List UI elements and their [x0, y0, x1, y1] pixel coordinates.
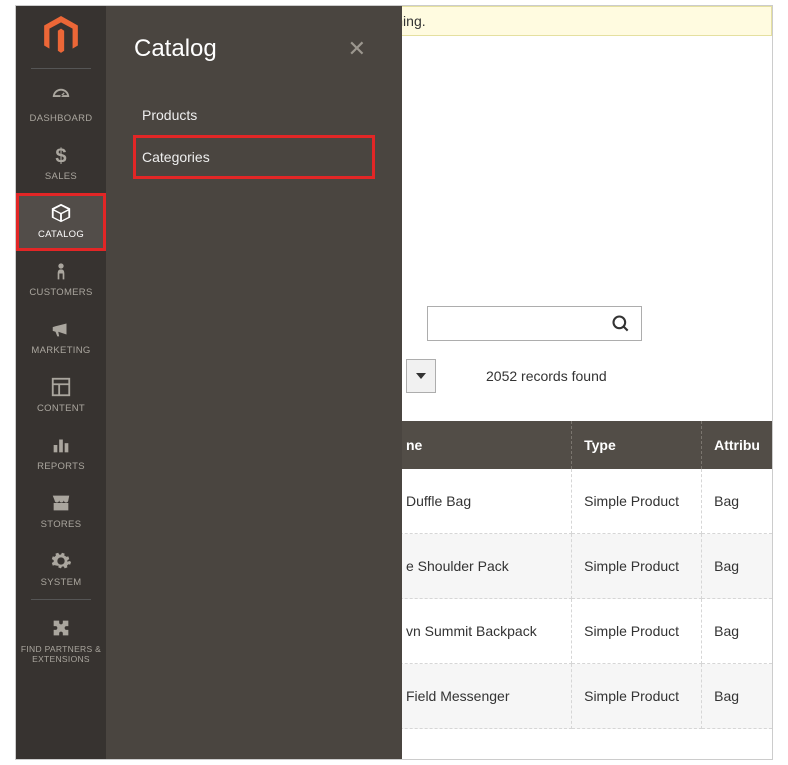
- magento-logo-icon: [43, 16, 79, 56]
- sidebar-item-label: MARKETING: [16, 345, 106, 356]
- sidebar-item-label: SYSTEM: [16, 577, 106, 588]
- cell-attribute: Bag: [702, 664, 772, 729]
- sidebar-item-label: STORES: [16, 519, 106, 530]
- sidebar-item-label: SALES: [16, 171, 106, 182]
- search-input[interactable]: [427, 306, 642, 341]
- svg-text:$: $: [55, 145, 66, 166]
- megaphone-icon: [16, 318, 106, 340]
- sidebar-item-content[interactable]: CONTENT: [16, 367, 106, 425]
- records-found-label: 2052 records found: [486, 368, 607, 384]
- person-icon: [16, 260, 106, 282]
- cell-type: Simple Product: [572, 599, 702, 664]
- magento-logo[interactable]: [41, 16, 81, 56]
- sidebar-item-system[interactable]: SYSTEM: [16, 541, 106, 599]
- sidebar-item-stores[interactable]: STORES: [16, 483, 106, 541]
- cell-attribute: Bag: [702, 534, 772, 599]
- chevron-down-icon: [416, 371, 426, 381]
- sidebar-item-label: FIND PARTNERS & EXTENSIONS: [16, 644, 106, 664]
- catalog-flyout: Catalog ✕ Products Categories: [106, 6, 402, 759]
- box-icon: [16, 202, 106, 224]
- sidebar-item-reports[interactable]: REPORTS: [16, 425, 106, 483]
- sidebar-item-customers[interactable]: CUSTOMERS: [16, 251, 106, 309]
- column-header-attribute[interactable]: Attribu: [702, 421, 772, 469]
- sidebar-divider: [31, 599, 91, 600]
- flyout-item-products[interactable]: Products: [134, 94, 374, 136]
- storefront-icon: [16, 492, 106, 514]
- cell-attribute: Bag: [702, 469, 772, 534]
- actions-dropdown[interactable]: [406, 359, 436, 393]
- sidebar-item-catalog[interactable]: CATALOG: [16, 193, 106, 251]
- cell-type: Simple Product: [572, 534, 702, 599]
- gear-icon: [16, 550, 106, 572]
- sidebar-item-marketing[interactable]: MARKETING: [16, 309, 106, 367]
- column-header-type[interactable]: Type: [572, 421, 702, 469]
- sidebar-item-label: CONTENT: [16, 403, 106, 414]
- sidebar-item-label: CUSTOMERS: [16, 287, 106, 298]
- layout-icon: [16, 376, 106, 398]
- dashboard-icon: [16, 86, 106, 108]
- sidebar-item-sales[interactable]: $ SALES: [16, 135, 106, 193]
- sidebar-item-partners[interactable]: FIND PARTNERS & EXTENSIONS: [16, 608, 106, 675]
- dollar-icon: $: [16, 144, 106, 166]
- puzzle-icon: [16, 617, 106, 639]
- sidebar-item-label: DASHBOARD: [16, 113, 106, 124]
- cell-type: Simple Product: [572, 469, 702, 534]
- search-icon: [611, 314, 631, 334]
- sidebar-item-label: REPORTS: [16, 461, 106, 472]
- cell-attribute: Bag: [702, 599, 772, 664]
- sidebar-item-label: CATALOG: [16, 229, 106, 240]
- sidebar-item-dashboard[interactable]: DASHBOARD: [16, 77, 106, 135]
- flyout-item-categories[interactable]: Categories: [134, 136, 374, 178]
- sidebar: DASHBOARD $ SALES CATALOG CUSTOMERS MARK…: [16, 6, 106, 759]
- close-button[interactable]: ✕: [340, 32, 374, 66]
- close-icon: ✕: [348, 36, 366, 61]
- chart-icon: [16, 434, 106, 456]
- flyout-title: Catalog: [134, 35, 217, 63]
- cell-type: Simple Product: [572, 664, 702, 729]
- sidebar-divider: [31, 68, 91, 69]
